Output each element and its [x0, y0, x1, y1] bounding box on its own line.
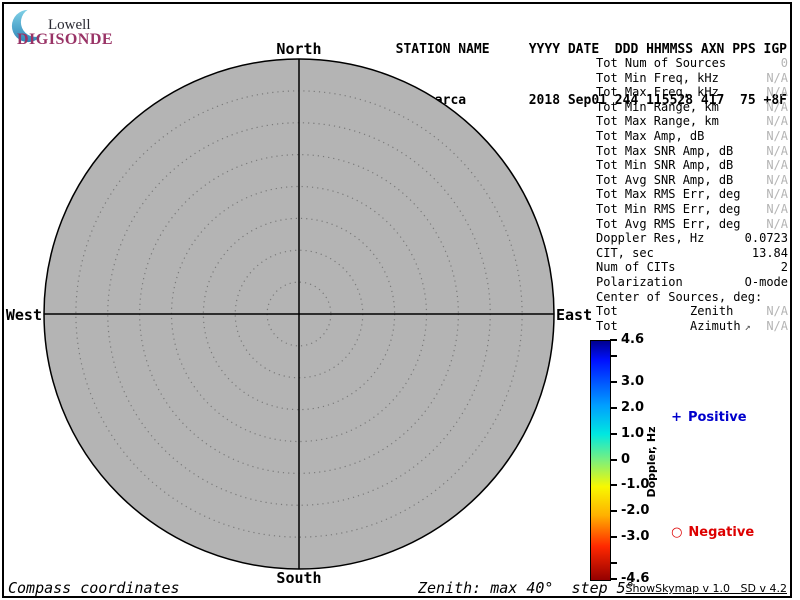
panel-row: Tot Max RMS Err, deg N/A [596, 187, 788, 202]
panel-row-label: Tot Avg SNR Amp, dB [596, 172, 734, 187]
panel-row-label: Tot Min Range, km [596, 99, 719, 114]
panel-row: Polarization O-mode [596, 275, 788, 290]
panel-row-sublabel: Azimuth ↗ [690, 318, 751, 333]
panel-row-value: N/A [766, 304, 788, 319]
panel-row-label: Tot Min RMS Err, deg [596, 201, 741, 216]
panel-row-value: N/A [766, 114, 788, 129]
panel-row-value: N/A [766, 187, 788, 202]
colorbar-tick-label: 0 [621, 451, 631, 467]
colorbar-tick [610, 406, 617, 409]
panel-row-label: Tot Max SNR Amp, dB [596, 143, 734, 158]
panel-row-label: Tot Min SNR Amp, dB [596, 158, 734, 173]
skymap-plot [43, 58, 555, 570]
colorbar-tick [610, 562, 617, 565]
version-text: ShowSkymap v 1.0 SD v 4.2 [625, 582, 787, 595]
panel-row-label: Tot Max Range, km [596, 114, 719, 129]
legend-positive-label: Positive [687, 410, 747, 425]
panel-row-label: CIT, sec [596, 245, 654, 260]
colorbar-ticks: 4.6 3.0 2.0 1.0 0 -1.0 -2.0 -3.0 -4.6 [610, 333, 670, 586]
panel-row-label: Tot Max RMS Err, deg [596, 187, 741, 202]
panel-row: Doppler Res, Hz 0.0723 [596, 231, 788, 246]
panel-row-label: Tot Max Freq, kHz [596, 85, 719, 100]
plus-marker-icon: + [671, 410, 682, 425]
panel-row: CIT, sec 13.84 [596, 246, 788, 261]
panel-row: Tot Zenith N/A [596, 304, 788, 319]
panel-row: Tot Max SNR Amp, dB N/A [596, 144, 788, 159]
colorbar-title: Doppler, Hz [645, 426, 658, 498]
panel-row: Tot Num of Sources 0 [596, 56, 788, 71]
panel-row-value: N/A [766, 70, 788, 85]
panel-row: Tot Max Amp, dB N/A [596, 129, 788, 144]
panel-row-value: 0 [780, 56, 788, 70]
panel-row-value: O-mode [744, 274, 788, 289]
panel-row-label: Tot Avg RMS Err, deg [596, 216, 741, 231]
colorbar-tick [610, 510, 617, 513]
panel-row-value: 0.0723 [744, 231, 788, 246]
legend-negative-label: Negative [688, 525, 755, 540]
colorbar-tick [610, 432, 617, 435]
circle-marker-icon: ○ [671, 525, 683, 540]
legend-positive: + Positive [662, 395, 747, 425]
panel-row: Tot Avg RMS Err, deg N/A [596, 217, 788, 232]
panel-row: Tot Max Range, km N/A [596, 114, 788, 129]
panel-row-value: N/A [766, 216, 788, 231]
panel-row: Tot Min RMS Err, deg N/A [596, 202, 788, 217]
panel-row-value: 13.84 [751, 245, 788, 260]
colorbar-tick [610, 458, 617, 461]
colorbar-tick [610, 536, 617, 539]
panel-row-sublabel: Zenith [690, 304, 734, 319]
panel-row: Tot Avg SNR Amp, dB N/A [596, 173, 788, 188]
panel-row-label: Polarization [596, 274, 683, 289]
panel-row-value: N/A [766, 85, 788, 100]
panel-row-label: Doppler Res, Hz [596, 231, 705, 246]
panel-row-value: N/A [766, 99, 788, 114]
colorbar-tick [610, 484, 617, 487]
colorbar-tick-label: -3.0 [621, 529, 650, 545]
panel-row-label: Tot [596, 318, 618, 333]
colorbar-tick [610, 354, 617, 357]
panel-row-value: N/A [766, 143, 788, 158]
colorbar-tick [610, 380, 617, 383]
panel-row-value: N/A [766, 172, 788, 187]
panel-row: Tot Min SNR Amp, dB N/A [596, 158, 788, 173]
zenith-scale-note: Zenith: max 40° step 5° [418, 579, 635, 597]
colorbar-tick-label: 1.0 [621, 425, 645, 441]
colorbar-tick-label: 4.6 [621, 332, 645, 347]
doppler-colorbar [590, 340, 611, 581]
compass-label-north: North [276, 40, 322, 58]
coordinates-note: Compass coordinates [8, 579, 180, 597]
panel-row-value: N/A [766, 318, 788, 333]
panel-row-label: Tot Min Freq, kHz [596, 70, 719, 85]
compass-label-west: West [5, 306, 42, 324]
panel-row-label: Tot Max Amp, dB [596, 128, 705, 143]
logo-digisonde-text: DIGISONDE [17, 31, 114, 48]
colorbar-tick-label: 3.0 [621, 373, 645, 389]
legend-negative: ○ Negative [662, 510, 754, 540]
colorbar-tick [610, 339, 617, 341]
panel-row-value: N/A [766, 158, 788, 173]
panel-row-value: N/A [766, 128, 788, 143]
panel-row: Num of CITs 2 [596, 260, 788, 275]
panel-row-value: 2 [780, 260, 788, 275]
panel-row-label: Center of Sources, deg: [596, 289, 763, 304]
panel-row: Tot Min Range, km N/A [596, 100, 788, 115]
mouse-cursor-icon: ↗ [744, 321, 751, 333]
panel-row-label: Tot [596, 304, 618, 319]
panel-row: Tot Min Freq, kHz N/A [596, 71, 788, 86]
colorbar-tick-label: 2.0 [621, 399, 645, 415]
panel-row-label: Tot Num of Sources [596, 56, 727, 70]
stats-panel: Tot Num of Sources 0 Tot Min Freq, kHz N/A T… [596, 56, 788, 333]
panel-row: Center of Sources, deg: [596, 290, 788, 305]
panel-row: Tot Max Freq, kHz N/A [596, 85, 788, 100]
compass-label-south: South [276, 569, 322, 587]
panel-row-label: Num of CITs [596, 260, 676, 275]
lowell-digisonde-logo: Lowell DIGISONDE [10, 5, 120, 48]
panel-row-value: N/A [766, 201, 788, 216]
